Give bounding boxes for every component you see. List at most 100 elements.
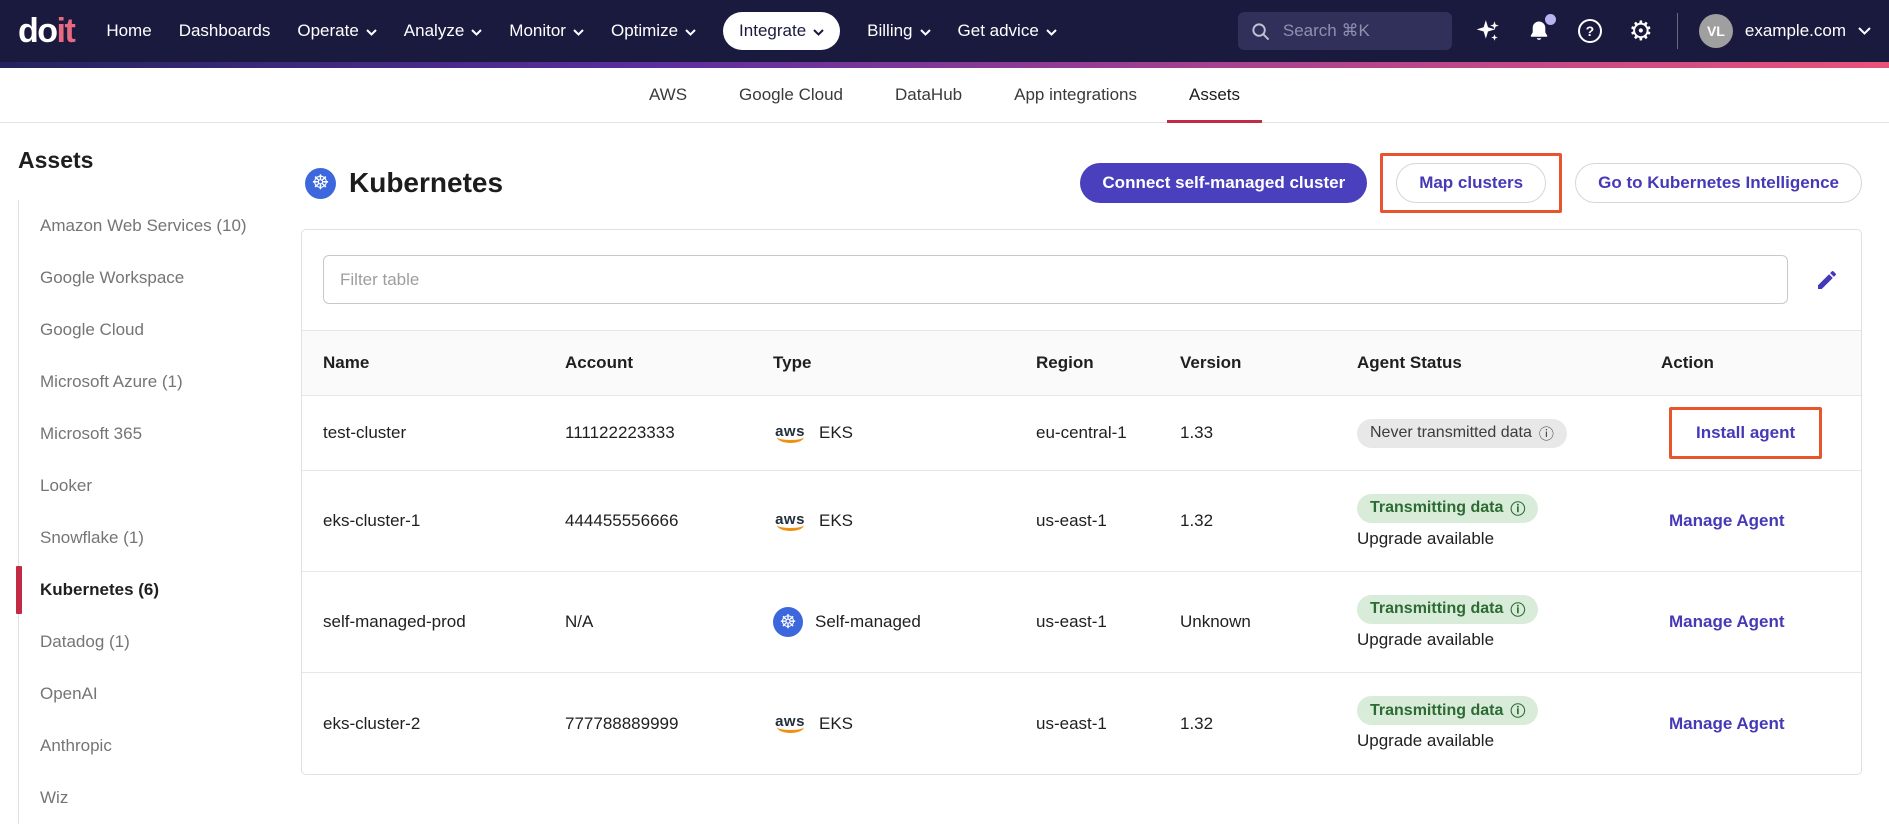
info-icon[interactable]: ⓘ: [1510, 599, 1525, 620]
nav-item-optimize[interactable]: Optimize: [611, 21, 696, 41]
cell-type: aws EKS: [773, 511, 1036, 531]
cell-type: aws EKS: [773, 714, 1036, 734]
table-row: self-managed-prod N/A ☸ Self-managed us-…: [302, 572, 1861, 673]
cell-action: Manage Agent: [1661, 714, 1861, 734]
column-header-version: Version: [1180, 353, 1357, 373]
info-icon[interactable]: ⓘ: [1539, 423, 1554, 444]
cell-region: us-east-1: [1036, 612, 1180, 632]
cell-agent-status: Transmitting data ⓘ Upgrade available: [1357, 696, 1661, 751]
clusters-table-card: Name Account Type Region Version Agent S…: [301, 229, 1862, 775]
navbar-right: ? ⚙ VL example.com: [1238, 12, 1871, 50]
sidebar-item-openai[interactable]: OpenAI: [19, 668, 301, 720]
sidebar-item-anthropic[interactable]: Anthropic: [19, 720, 301, 772]
tab-app-integrations[interactable]: App integrations: [1014, 68, 1137, 122]
nav-item-billing[interactable]: Billing: [867, 21, 930, 41]
annotation-box-install-agent: Install agent: [1669, 407, 1822, 459]
cell-account: 111122223333: [565, 423, 773, 443]
cell-agent-status: Transmitting data ⓘ Upgrade available: [1357, 595, 1661, 650]
cell-region: us-east-1: [1036, 511, 1180, 531]
cell-agent-status: Never transmitted data ⓘ: [1357, 419, 1661, 448]
connect-self-managed-cluster-button[interactable]: Connect self-managed cluster: [1080, 163, 1367, 203]
cell-type: aws EKS: [773, 423, 1036, 443]
status-badge: Transmitting data ⓘ: [1357, 494, 1538, 523]
tab-assets-active[interactable]: Assets: [1189, 68, 1240, 122]
upgrade-available-note: Upgrade available: [1357, 630, 1494, 650]
logo-text-do: do: [18, 12, 57, 51]
install-agent-link[interactable]: Install agent: [1696, 423, 1795, 442]
search-input[interactable]: [1281, 20, 1439, 42]
manage-agent-link[interactable]: Manage Agent: [1669, 714, 1785, 733]
cell-region: us-east-1: [1036, 714, 1180, 734]
account-menu[interactable]: VL example.com: [1699, 14, 1871, 48]
edit-columns-pencil-icon[interactable]: [1814, 267, 1840, 293]
cell-name: eks-cluster-2: [323, 714, 565, 734]
nav-item-dashboards[interactable]: Dashboards: [179, 21, 271, 41]
upgrade-available-note: Upgrade available: [1357, 529, 1494, 549]
sidebar-item-wiz[interactable]: Wiz: [19, 772, 301, 824]
global-search[interactable]: [1238, 12, 1452, 50]
column-header-region: Region: [1036, 353, 1180, 373]
assets-sidebar: Assets Amazon Web Services (10) Google W…: [0, 123, 301, 812]
nav-item-operate[interactable]: Operate: [297, 21, 376, 41]
tab-aws[interactable]: AWS: [649, 68, 687, 122]
chevron-down-icon: [685, 29, 696, 36]
cell-action: Manage Agent: [1661, 612, 1861, 632]
cell-action: Install agent: [1661, 407, 1861, 459]
top-navbar: doit Home Dashboards Operate Analyze Mon…: [0, 0, 1889, 62]
chevron-down-icon: [366, 29, 377, 36]
cell-version: 1.32: [1180, 511, 1357, 531]
chevron-down-icon: [471, 29, 482, 36]
info-icon[interactable]: ⓘ: [1510, 700, 1525, 721]
kubernetes-icon: ☸: [305, 168, 336, 199]
sidebar-title: Assets: [18, 147, 301, 174]
search-icon: [1251, 22, 1270, 41]
column-header-name: Name: [323, 353, 565, 373]
cell-version: 1.33: [1180, 423, 1357, 443]
aws-icon: aws: [773, 424, 807, 443]
cell-name: self-managed-prod: [323, 612, 565, 632]
aws-icon: aws: [773, 512, 807, 531]
go-to-kubernetes-intelligence-button[interactable]: Go to Kubernetes Intelligence: [1575, 163, 1862, 203]
map-clusters-button[interactable]: Map clusters: [1396, 163, 1546, 203]
filter-table-input[interactable]: [323, 255, 1788, 304]
nav-item-analyze[interactable]: Analyze: [404, 21, 482, 41]
column-header-action: Action: [1661, 353, 1861, 373]
upgrade-available-note: Upgrade available: [1357, 731, 1494, 751]
tab-datahub[interactable]: DataHub: [895, 68, 962, 122]
sidebar-item-google-cloud[interactable]: Google Cloud: [19, 304, 301, 356]
annotation-box-map-clusters: Map clusters: [1380, 153, 1562, 213]
notifications-bell-icon[interactable]: [1524, 14, 1554, 48]
sidebar-item-microsoft-azure[interactable]: Microsoft Azure (1): [19, 356, 301, 408]
sidebar-item-google-workspace[interactable]: Google Workspace: [19, 252, 301, 304]
sidebar-item-snowflake[interactable]: Snowflake (1): [19, 512, 301, 564]
sidebar-item-looker[interactable]: Looker: [19, 460, 301, 512]
nav-item-get-advice[interactable]: Get advice: [958, 21, 1057, 41]
sidebar-item-kubernetes-active[interactable]: Kubernetes (6): [19, 564, 301, 616]
nav-item-home[interactable]: Home: [106, 21, 151, 41]
sidebar-item-microsoft-365[interactable]: Microsoft 365: [19, 408, 301, 460]
cell-account: N/A: [565, 612, 773, 632]
column-header-account: Account: [565, 353, 773, 373]
sidebar-item-amazon-web-services[interactable]: Amazon Web Services (10): [19, 200, 301, 252]
manage-agent-link[interactable]: Manage Agent: [1669, 511, 1785, 530]
avatar: VL: [1699, 14, 1733, 48]
nav-item-integrate-active[interactable]: Integrate: [723, 12, 840, 50]
tab-google-cloud[interactable]: Google Cloud: [739, 68, 843, 122]
notification-dot: [1545, 14, 1556, 25]
aws-icon: aws: [773, 714, 807, 733]
account-domain: example.com: [1745, 21, 1846, 41]
main-nav: Home Dashboards Operate Analyze Monitor …: [106, 12, 1056, 50]
ai-sparkles-icon[interactable]: [1473, 14, 1503, 48]
chevron-down-icon: [920, 29, 931, 36]
nav-item-monitor[interactable]: Monitor: [509, 21, 584, 41]
settings-gear-icon[interactable]: ⚙: [1626, 14, 1656, 48]
chevron-down-icon: [813, 29, 824, 36]
manage-agent-link[interactable]: Manage Agent: [1669, 612, 1785, 631]
sidebar-item-datadog[interactable]: Datadog (1): [19, 616, 301, 668]
page-title: Kubernetes: [349, 167, 503, 199]
info-icon[interactable]: ⓘ: [1510, 498, 1525, 519]
doit-logo[interactable]: doit: [18, 12, 74, 51]
cell-agent-status: Transmitting data ⓘ Upgrade available: [1357, 494, 1661, 549]
chevron-down-icon: [1858, 27, 1871, 35]
help-icon[interactable]: ?: [1575, 14, 1605, 48]
